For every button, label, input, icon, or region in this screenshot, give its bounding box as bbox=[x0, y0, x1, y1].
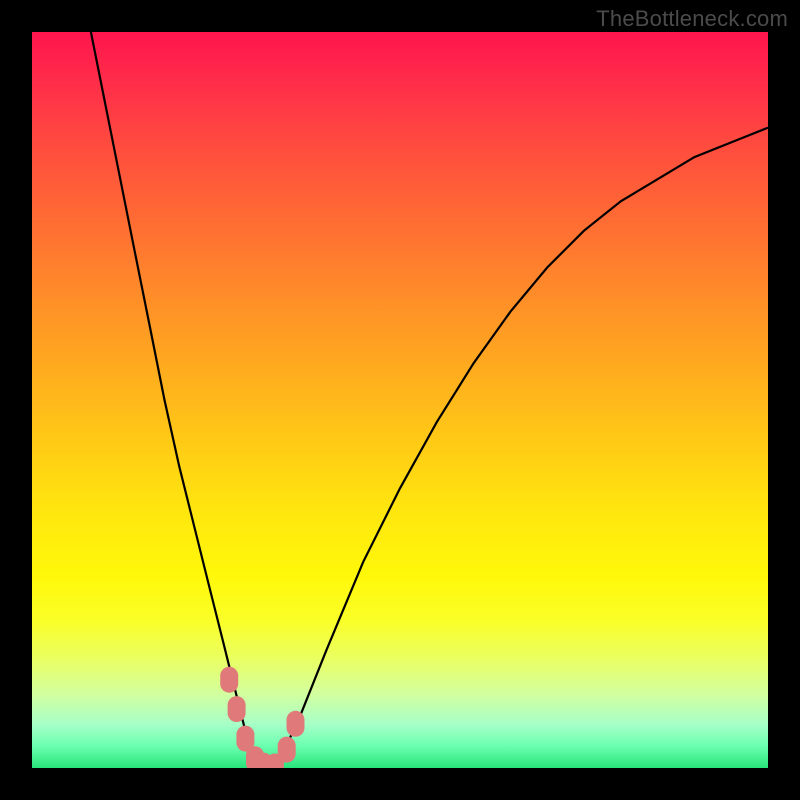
plot-area bbox=[32, 32, 768, 768]
bottleneck-curve-path bbox=[91, 32, 768, 768]
highlight-marker bbox=[220, 667, 238, 693]
watermark-text: TheBottleneck.com bbox=[596, 6, 788, 32]
outer-black-frame: TheBottleneck.com bbox=[0, 0, 800, 800]
highlight-marker bbox=[228, 696, 246, 722]
marker-group bbox=[220, 667, 304, 768]
highlight-marker bbox=[278, 737, 296, 763]
highlight-marker bbox=[287, 711, 305, 737]
chart-svg bbox=[32, 32, 768, 768]
